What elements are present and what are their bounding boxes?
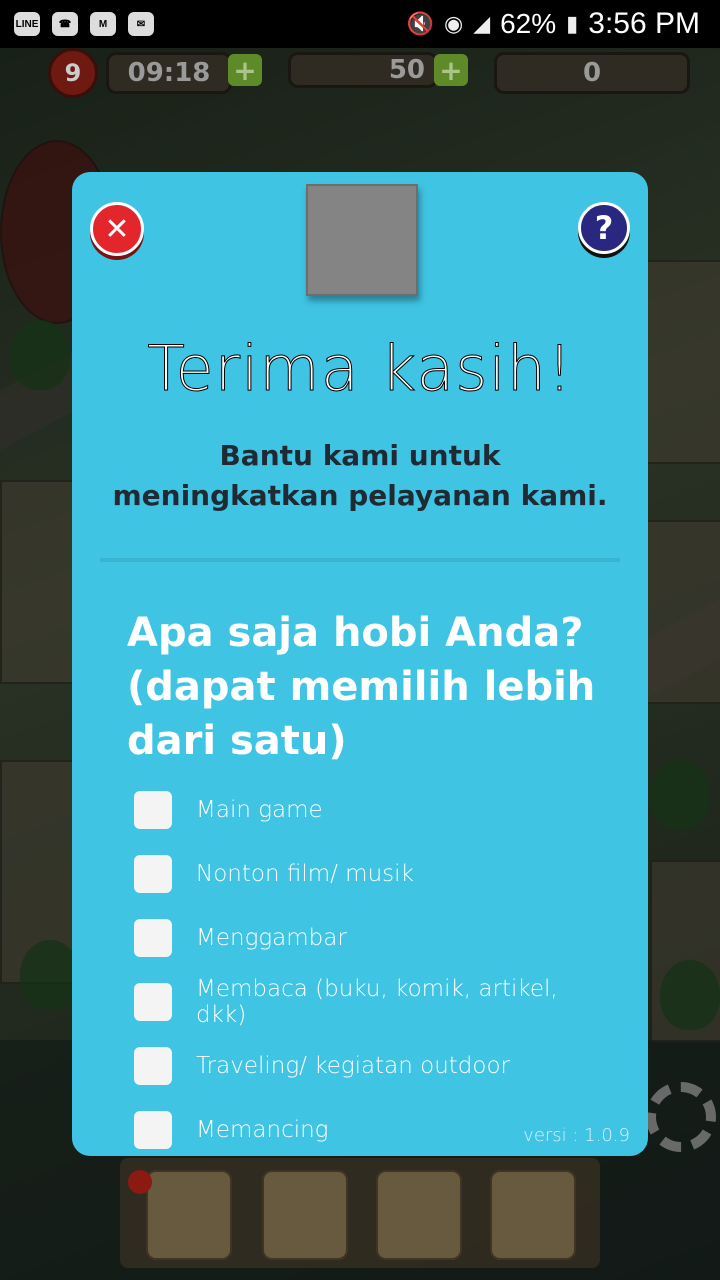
battery-icon: ▮: [566, 11, 579, 36]
option-label: Traveling/ kegiatan outdoor: [196, 1053, 511, 1079]
add-timer-button[interactable]: +: [228, 54, 262, 87]
gift-button[interactable]: [146, 1170, 232, 1260]
survey-question: Apa saja hobi Anda? (dapat memilih lebih…: [127, 610, 596, 764]
status-bar: LINE ☎ M ✉ 🔇 ◉ ◢ 62% ▮ 3:56 PM: [0, 0, 720, 48]
currency2-display: 0: [494, 52, 690, 94]
mute-icon: 🔇: [406, 11, 434, 36]
wifi-icon: ◉: [443, 11, 464, 36]
currency1-display: 50: [288, 52, 438, 88]
checkbox[interactable]: [134, 1047, 172, 1085]
logo-placeholder: [306, 184, 418, 296]
help-button[interactable]: ?: [578, 202, 630, 254]
dialog-subtitle: Bantu kami untuk meningkatkan pelayanan …: [112, 439, 608, 512]
dialog-title: Terima kasih!: [147, 332, 573, 406]
checkbox[interactable]: [134, 791, 172, 829]
game-hud: 9 09:18 + 50 + 0: [20, 48, 700, 108]
option-label: Memancing: [196, 1117, 329, 1143]
notification-dot: [128, 1170, 152, 1194]
survey-dialog: ✕ ? Terima kasih! Bantu kami untuk menin…: [72, 172, 648, 1156]
line-icon: LINE: [14, 12, 40, 36]
battery-percent: 62%: [500, 8, 557, 39]
option-label: Main game: [196, 797, 323, 823]
message-icon: ✉: [128, 12, 154, 36]
hearts-button[interactable]: [376, 1170, 462, 1260]
version-label: versi : 1.0.9: [523, 1125, 630, 1146]
option-menggambar[interactable]: Menggambar: [134, 918, 614, 958]
option-membaca[interactable]: Membaca (buku, komik, artikel, dkk): [134, 976, 614, 1028]
option-label: Menggambar: [196, 925, 347, 951]
checkbox[interactable]: [134, 919, 172, 957]
option-label: Nonton film/ musik: [196, 861, 414, 887]
invite-friend-button[interactable]: [262, 1170, 348, 1260]
bottom-toolbar: [120, 1158, 600, 1268]
close-button[interactable]: ✕: [90, 202, 144, 256]
mail-button[interactable]: [490, 1170, 576, 1260]
timer-display: 09:18: [106, 52, 232, 94]
clock: 3:56 PM: [588, 7, 700, 40]
checkbox[interactable]: [134, 1111, 172, 1149]
whatsapp-icon: ☎: [52, 12, 78, 36]
checkbox[interactable]: [134, 855, 172, 893]
settings-gear-icon[interactable]: [646, 1082, 716, 1152]
level-badge: 9: [48, 48, 98, 98]
divider: [100, 558, 620, 562]
add-currency1-button[interactable]: +: [434, 54, 468, 87]
option-main-game[interactable]: Main game: [134, 790, 614, 830]
option-nonton-film-musik[interactable]: Nonton film/ musik: [134, 854, 614, 894]
signal-icon: ◢: [473, 11, 491, 36]
gmail-icon: M: [90, 12, 116, 36]
option-traveling[interactable]: Traveling/ kegiatan outdoor: [134, 1046, 614, 1086]
option-label: Membaca (buku, komik, artikel, dkk): [196, 976, 558, 1028]
checkbox[interactable]: [134, 983, 172, 1021]
